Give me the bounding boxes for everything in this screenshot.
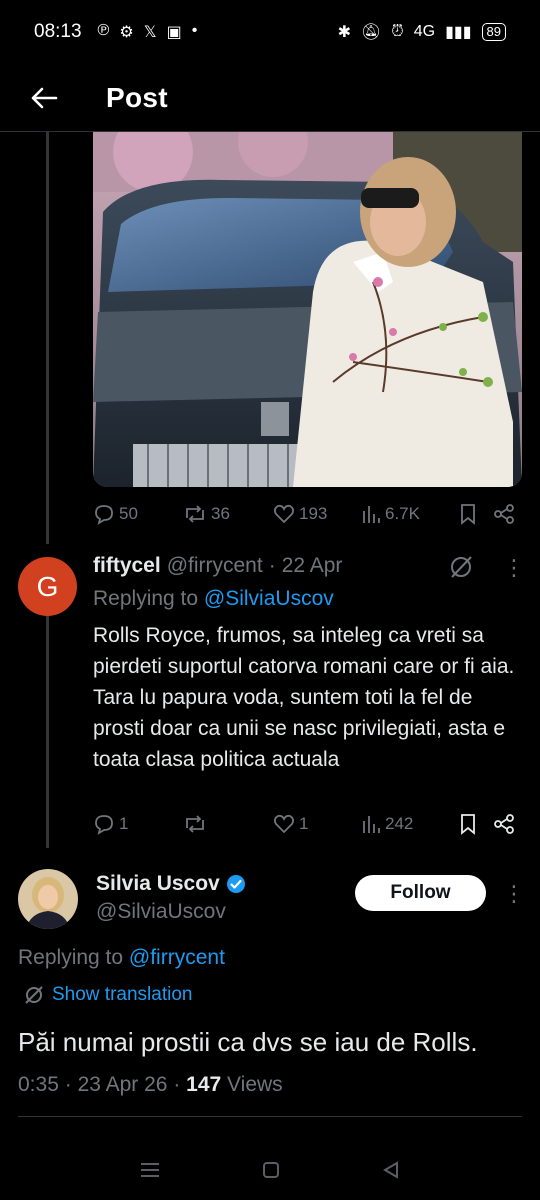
repost-icon (186, 815, 204, 833)
share-icon (494, 814, 514, 834)
views-button[interactable]: 6.7K (361, 503, 459, 525)
display-name[interactable]: fiftycel (93, 554, 161, 578)
pinterest-icon: ℗ (97, 22, 110, 39)
grok-icon (451, 556, 472, 578)
like-icon (273, 504, 295, 524)
replying-handle-link[interactable]: @SilviaUscov (204, 587, 334, 610)
repost-button[interactable] (183, 813, 273, 835)
reply-icon (95, 505, 113, 525)
reply-button[interactable]: 1 (93, 813, 183, 835)
parent-post-actions: 50 36 193 6.7K (93, 503, 518, 525)
dot-icon: • (191, 22, 198, 39)
grok-button[interactable] (448, 554, 474, 585)
separator: · (173, 1073, 181, 1096)
like-count: 1 (299, 814, 309, 833)
avatar-photo (18, 869, 78, 929)
reply-count: 1 (119, 814, 129, 833)
user-handle[interactable]: @firrycent (167, 554, 263, 578)
divider (18, 1116, 522, 1117)
views-label: Views (227, 1073, 283, 1096)
notification-icons: ℗ ⚙ 𝕏 ▣ • (98, 22, 198, 42)
follow-button[interactable]: Follow (355, 875, 486, 911)
network-icon: 4G (413, 23, 436, 40)
show-translation-button[interactable]: Show translation (24, 984, 192, 1006)
back-button[interactable] (22, 76, 66, 120)
news-icon: ▣ (166, 24, 182, 41)
page-title: Post (106, 81, 168, 113)
views-count: 6.7K (385, 504, 420, 523)
x-logo-icon: 𝕏 (143, 24, 157, 41)
status-bar: 08:13 ℗ ⚙ 𝕏 ▣ • ✱ 🔕︎ ⏰︎ 4G ▮▮▮ 89 (0, 0, 540, 64)
verified-icon (226, 875, 245, 893)
bookmark-icon (461, 504, 475, 525)
more-icon[interactable]: ⋮ (503, 555, 525, 581)
back-arrow-icon (31, 87, 58, 108)
views-icon (363, 506, 380, 523)
repost-count: 36 (211, 504, 230, 523)
post-meta: 0:35 · 23 Apr 26 · 147 Views (18, 1073, 283, 1097)
avatar[interactable]: G (18, 557, 77, 616)
translate-icon (25, 986, 43, 1004)
repost-button[interactable]: 36 (183, 503, 273, 525)
bluetooth-icon: ✱ (337, 24, 351, 41)
post-date: 22 Apr (281, 554, 343, 577)
post-text: Păi numai prostii ca dvs se iau de Rolls… (18, 1027, 478, 1057)
show-translation-label: Show translation (52, 984, 193, 1005)
status-time: 08:13 (34, 21, 82, 42)
steam-icon: ⚙ (119, 24, 134, 41)
user-handle[interactable]: @SilviaUscov (96, 900, 226, 924)
mute-icon: 🔕︎ (360, 24, 382, 41)
views-button[interactable]: 242 (361, 813, 459, 835)
views-count[interactable]: 147 (186, 1073, 221, 1096)
replying-prefix: Replying to (18, 946, 124, 969)
system-nav-bar (0, 1140, 540, 1200)
reply-count: 50 (119, 504, 138, 523)
views-icon (363, 816, 380, 833)
bookmark-button[interactable] (459, 503, 493, 525)
share-icon (494, 504, 514, 524)
replying-handle-link[interactable]: @firrycent (129, 946, 225, 969)
reply-text: Rolls Royce, frumos, sa inteleg ca vreti… (93, 624, 515, 771)
bookmark-icon (461, 814, 475, 835)
views-count: 242 (385, 814, 414, 833)
separator: · (268, 554, 276, 577)
separator: · (64, 1073, 72, 1096)
post-photo[interactable] (93, 132, 522, 487)
like-button[interactable]: 1 (273, 813, 361, 835)
display-name-text: Silvia Uscov (96, 872, 220, 895)
avatar[interactable] (18, 869, 78, 929)
replying-to: Replying to @firrycent (18, 946, 225, 970)
reply-header: fiftycel @firrycent · 22 Apr (93, 554, 342, 578)
back-nav-icon[interactable] (381, 1160, 401, 1180)
share-button[interactable] (493, 503, 515, 525)
more-icon[interactable]: ⋮ (503, 881, 525, 907)
post-time: 0:35 (18, 1073, 59, 1096)
reply-actions: 1 1 242 (93, 813, 518, 835)
replying-to: Replying to @SilviaUscov (93, 587, 334, 611)
post-date: 23 Apr 26 (77, 1073, 168, 1096)
bookmark-button[interactable] (459, 813, 493, 835)
battery-icon: 89 (481, 23, 506, 41)
like-button[interactable]: 193 (273, 503, 361, 525)
replying-prefix: Replying to (93, 587, 199, 610)
display-name[interactable]: Silvia Uscov (96, 872, 246, 896)
signal-icon: ▮▮▮ (445, 24, 472, 41)
reply-button[interactable]: 50 (93, 503, 183, 525)
top-bar: Post (0, 64, 540, 132)
alarm-icon: ⏰︎ (391, 23, 404, 40)
like-icon (273, 814, 295, 834)
menu-icon[interactable] (139, 1160, 161, 1180)
system-icons: ✱ 🔕︎ ⏰︎ 4G ▮▮▮ 89 (338, 22, 506, 42)
thread-connector (46, 616, 49, 848)
thread-connector (46, 132, 49, 544)
home-icon[interactable] (261, 1160, 281, 1180)
like-count: 193 (299, 504, 328, 523)
share-button[interactable] (493, 813, 515, 835)
reply-icon (95, 815, 113, 835)
repost-icon (186, 505, 204, 523)
photo-illustration (93, 132, 522, 487)
